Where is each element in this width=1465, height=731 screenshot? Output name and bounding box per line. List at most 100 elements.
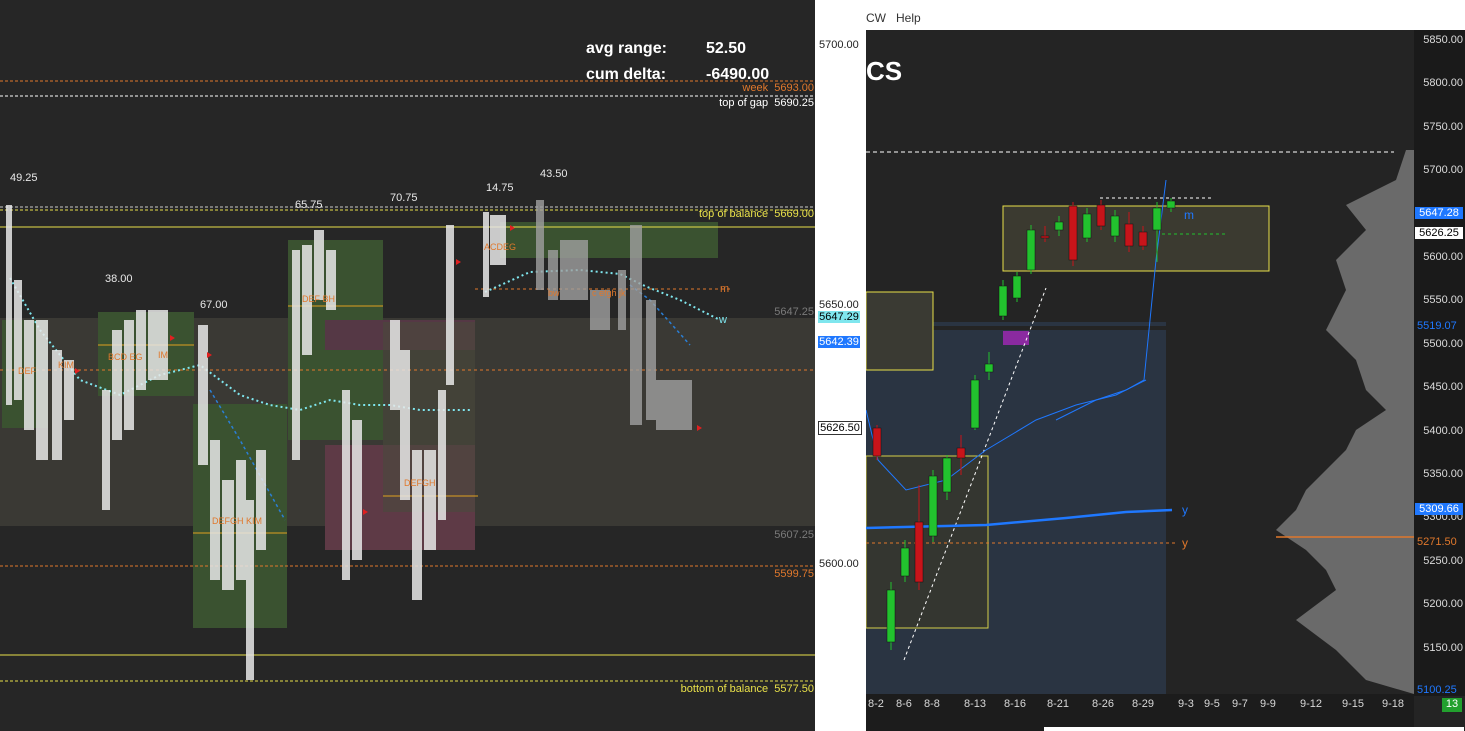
axis-tick: 5800.00 [1423, 77, 1463, 90]
marker-w: w [719, 314, 727, 326]
axis-tick: 5600.00 [819, 558, 859, 570]
date-tick: 9-3 [1178, 698, 1194, 710]
svg-text:DEF BH: DEF BH [302, 294, 335, 304]
date-tick: 9-9 [1260, 698, 1276, 710]
axis-tick: 5450.00 [1423, 381, 1463, 394]
svg-text:DEFGH: DEFGH [404, 478, 436, 488]
axis-tick: 5650.00 [819, 299, 859, 311]
level-5599-label: 5599.75 [774, 568, 814, 580]
svg-text:DEF: DEF [18, 366, 37, 376]
svg-text:BCD EG: BCD EG [108, 352, 143, 362]
level-5271-label: 5271.50 [1417, 536, 1457, 548]
candle-body [914, 521, 924, 583]
right-price-axis[interactable]: 5850.005800.005750.005700.005650.005600.… [1414, 30, 1465, 696]
candle-body [928, 475, 938, 537]
date-tick: 8-2 [868, 698, 884, 710]
candle-body [1152, 207, 1162, 231]
price-badge-5309: 5309.66 [1415, 503, 1463, 515]
range-label: 49.25 [10, 172, 38, 184]
range-label: 70.75 [390, 192, 418, 204]
candle-body [956, 447, 966, 459]
range-label: 65.75 [295, 199, 323, 211]
date-tick: 8-21 [1047, 698, 1070, 710]
profile-canvas: DEFKIM BCD EG IM DEFGH KIMDEF BH DEFGHbw … [0, 80, 815, 682]
cum-delta-label: cum delta: [586, 66, 667, 83]
date-tick: 9-12 [1300, 698, 1323, 710]
axis-tick: 5750.00 [1423, 120, 1463, 133]
date-tick: 8-29 [1132, 698, 1155, 710]
axis-tick: 5700.00 [819, 39, 859, 51]
candle-body [970, 379, 980, 429]
chart-title: CS [866, 56, 903, 86]
axis-tick: 5200.00 [1423, 598, 1463, 611]
price-badge-cyan: 5647.29 [818, 311, 860, 323]
price-badge-current: 5647.28 [1415, 207, 1463, 219]
candle-body [1012, 275, 1022, 299]
menu-item-cw[interactable]: CW [866, 11, 886, 25]
date-tick: 8-26 [1092, 698, 1115, 710]
date-tick: 8-16 [1004, 698, 1027, 710]
top-of-balance-label: top of balance 5669.00 [698, 208, 814, 220]
date-tick: 9-18 [1382, 698, 1405, 710]
candle-body [1082, 213, 1092, 239]
axis-tick: 5350.00 [1423, 468, 1463, 480]
svg-text:bw: bw [548, 288, 560, 298]
level-5647-label: 5647.25 [774, 306, 814, 318]
bar-countdown: 13 [1442, 698, 1462, 712]
level-5519-label: 5519.07 [1417, 320, 1457, 332]
axis-tick: 5250.00 [1423, 554, 1463, 567]
svg-text:DEFGH KIM: DEFGH KIM [212, 516, 262, 526]
candle-body [1040, 235, 1050, 239]
svg-text:IM: IM [158, 350, 168, 360]
axis-tick: 5550.00 [1423, 294, 1463, 307]
marker-m: m [720, 283, 730, 295]
candle-body [886, 589, 896, 643]
market-profile-chart[interactable]: DEF KIM BCD EG IM DEFGH KIM DEF BH DEFGH bw … [0, 0, 866, 731]
candle-body [1124, 223, 1134, 247]
axis-tick: 5500.00 [1423, 337, 1463, 350]
svg-text:KIM: KIM [58, 360, 74, 370]
date-tick: 9-15 [1342, 698, 1365, 710]
price-badge-current: 5626.50 [818, 421, 862, 435]
date-axis[interactable]: 8-2 8-6 8-8 8-13 8-16 8-21 8-26 8-29 9-3 9-5 9-7 9-… [866, 694, 1414, 731]
svg-text:ACDEG: ACDEG [484, 242, 516, 252]
avg-range-label: avg range: [586, 40, 667, 57]
candle-body [872, 427, 882, 457]
axis-tick: 5600.00 [1423, 251, 1463, 263]
candle-body [1068, 205, 1078, 261]
price-badge-last: 5626.25 [1415, 227, 1463, 239]
level-5607-label: 5607.25 [774, 529, 814, 541]
daily-chart-window[interactable]: CW Help CS m y y 5850.00 5800.00 5750.00 57… [866, 0, 1465, 731]
avg-range-value: 52.50 [706, 40, 747, 57]
candle-body [1026, 229, 1036, 271]
candle-body [942, 457, 952, 493]
candle-body [1166, 200, 1176, 209]
candle-body [900, 547, 910, 577]
candle-body [998, 285, 1008, 317]
scrollbar[interactable] [1044, 727, 1464, 731]
left-price-axis[interactable]: 5700.00 5650.00 5600.00 5647.29 5642.39 … [815, 0, 866, 731]
date-tick: 9-7 [1232, 698, 1248, 710]
axis-tick: 5400.00 [1423, 424, 1463, 437]
range-label: 43.50 [540, 168, 568, 180]
candle-body [984, 363, 994, 373]
svg-text:c efgh jk: c efgh jk [592, 288, 626, 298]
candle-body [1138, 231, 1148, 247]
candle-body [1096, 204, 1106, 227]
axis-tick: 5150.00 [1423, 641, 1463, 654]
marker-m: m [1184, 208, 1194, 222]
marker-y-blue: y [1182, 503, 1188, 517]
candlestick-canvas [866, 150, 1414, 694]
range-label: 38.00 [105, 273, 133, 285]
price-badge-blue: 5642.39 [818, 336, 860, 348]
date-tick: 8-6 [896, 698, 912, 710]
candle-body [1110, 215, 1120, 237]
menu-bar: CW Help [866, 0, 1465, 30]
range-label: 67.00 [200, 299, 228, 311]
bottom-of-balance-label: bottom of balance 5577.50 [680, 683, 814, 695]
candle-body [1054, 221, 1064, 231]
marker-y-orange: y [1182, 536, 1188, 550]
date-tick: 8-13 [964, 698, 987, 710]
menu-item-help[interactable]: Help [896, 11, 921, 25]
date-tick: 9-5 [1204, 698, 1220, 710]
